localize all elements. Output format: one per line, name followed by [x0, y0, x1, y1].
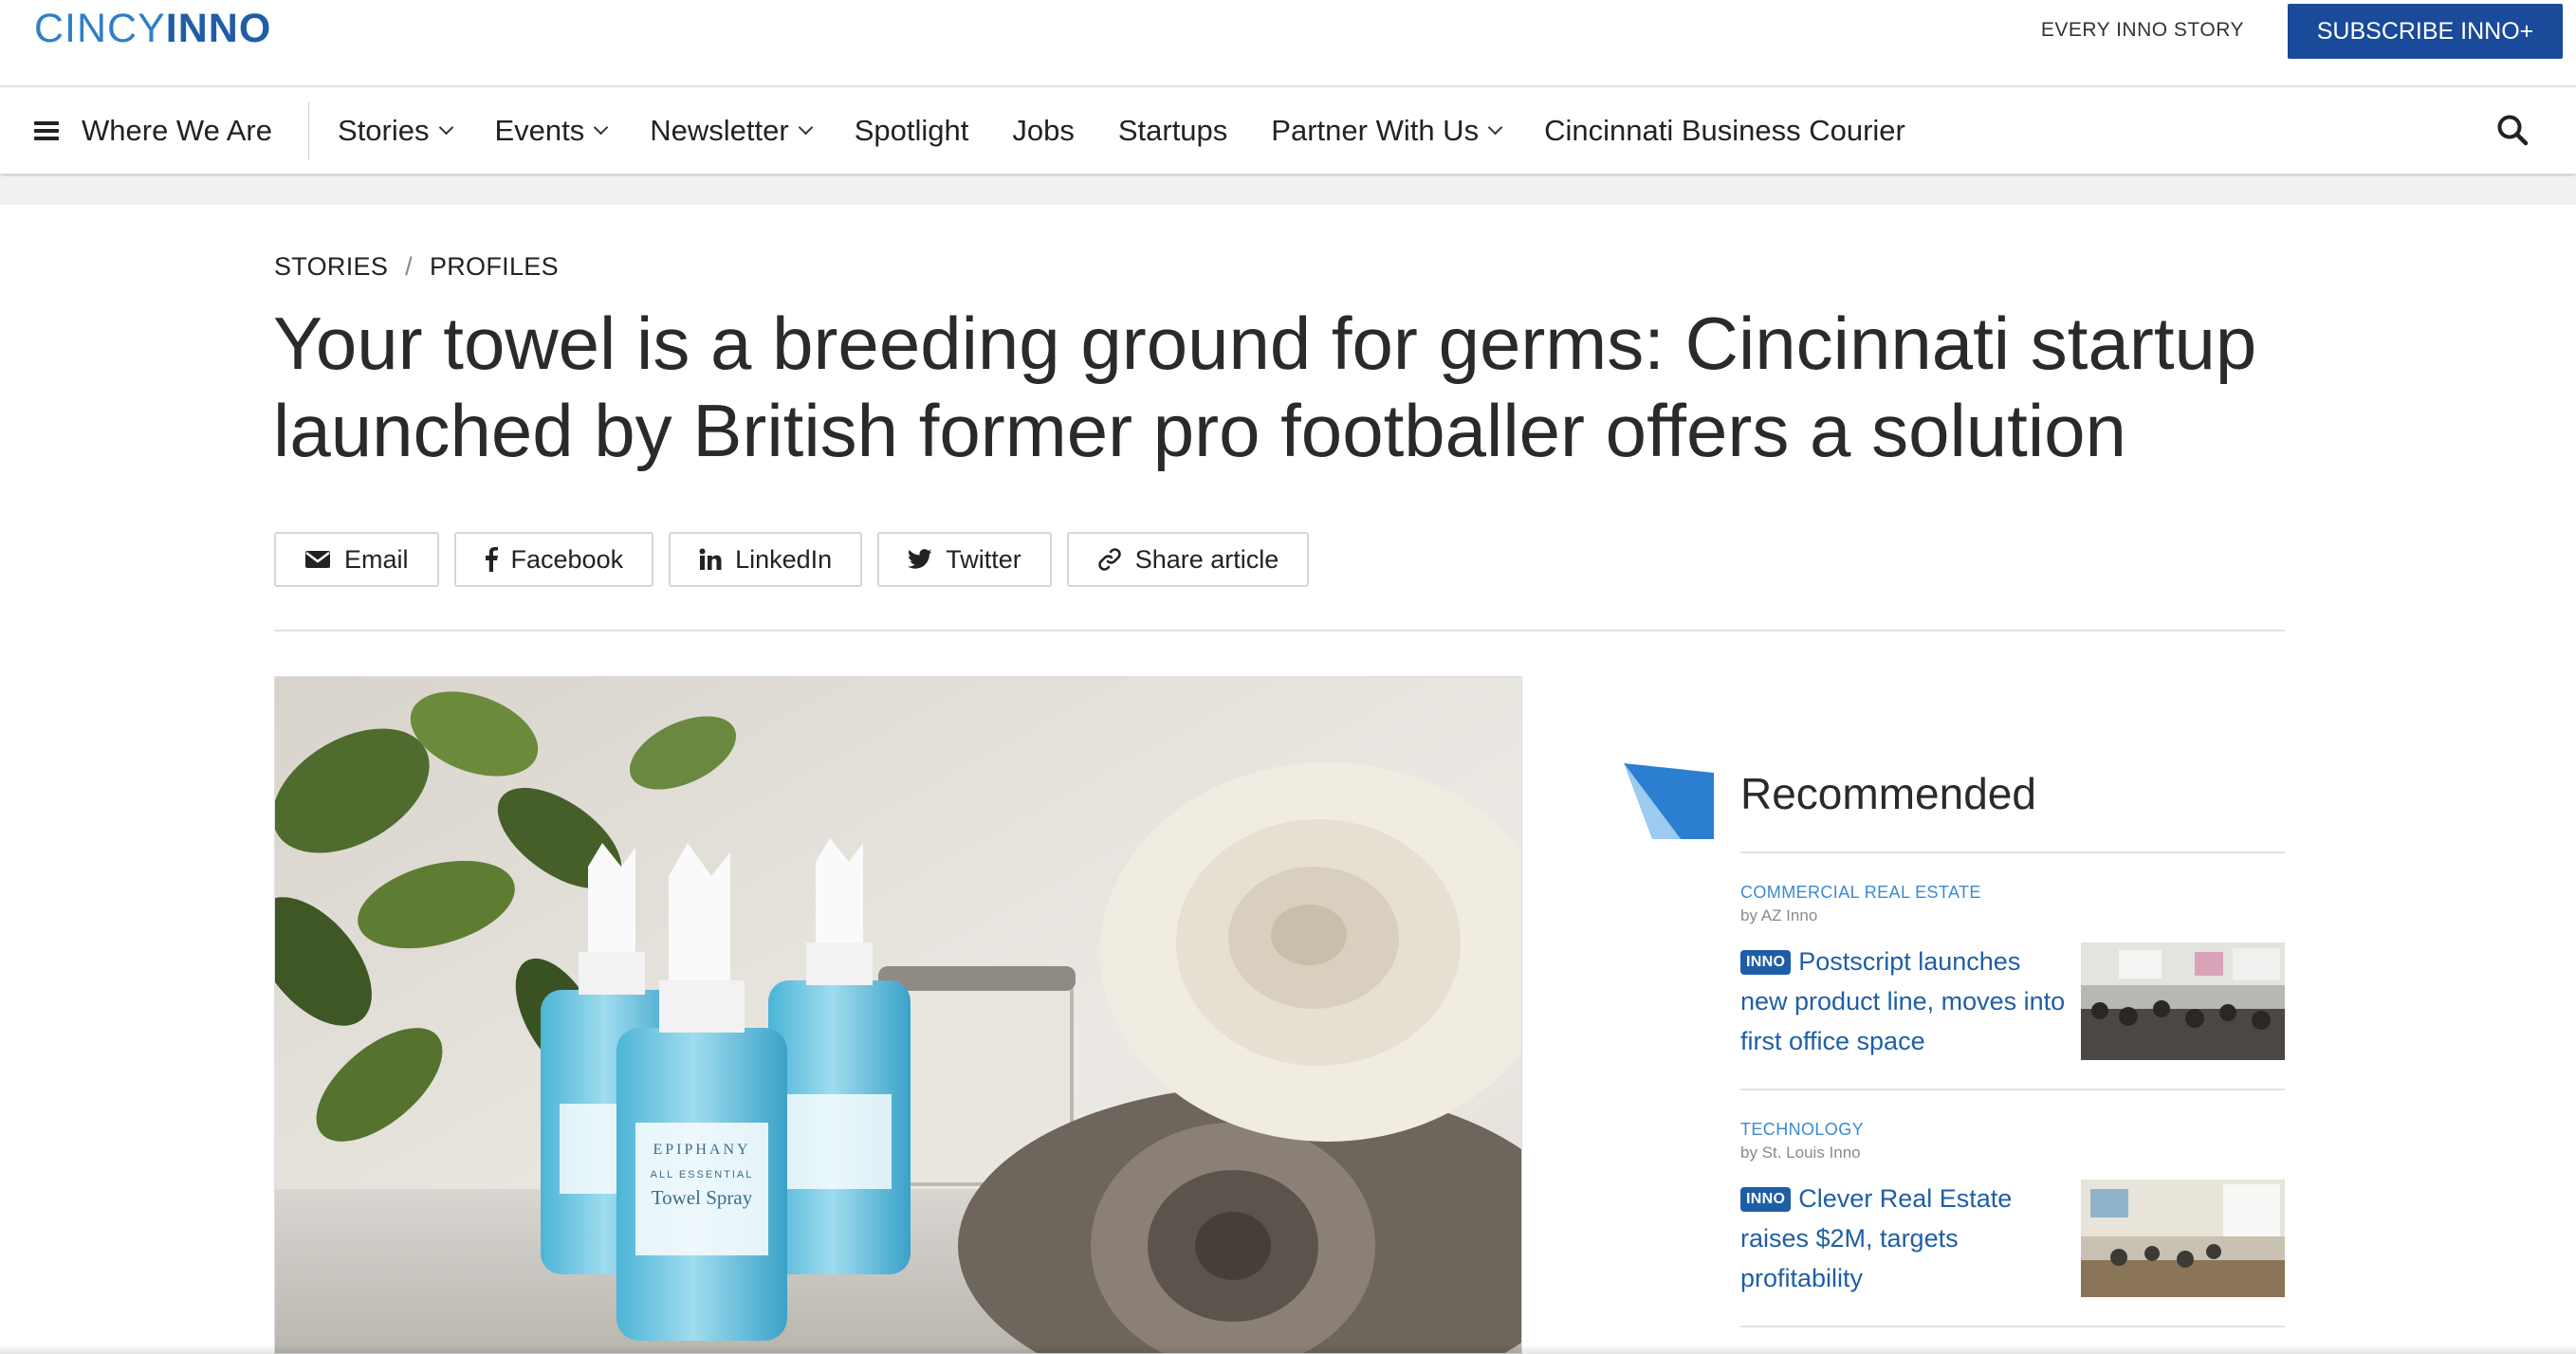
envelope-icon	[305, 551, 330, 568]
linkedin-icon	[699, 548, 722, 570]
nav-item-label: Newsletter	[650, 113, 789, 147]
facebook-icon	[485, 547, 498, 572]
chevron-down-icon	[1487, 119, 1503, 135]
share-facebook-button[interactable]: Facebook	[453, 532, 654, 587]
share-email-button[interactable]: Email	[274, 532, 439, 587]
share-twitter-button[interactable]: Twitter	[877, 532, 1052, 587]
nav-item-label: Events	[494, 113, 585, 147]
twitter-icon	[908, 549, 932, 569]
rec-item-category[interactable]: TECHNOLOGY	[1740, 1120, 1864, 1140]
nav-divider	[308, 101, 310, 160]
inno-badge: INNO	[1740, 1187, 1792, 1212]
breadcrumb-separator: /	[405, 252, 413, 281]
share-twitter-label: Twitter	[946, 544, 1021, 574]
rec-item-byline: by St. Louis Inno	[1740, 1144, 1861, 1162]
office-meeting-photo	[2081, 942, 2285, 1060]
article-hero-image: EPIPHANY ALL ESSENTIAL Towel Spray	[274, 676, 1522, 1354]
rec-item-category[interactable]: COMMERCIAL REAL ESTATE	[1740, 883, 1981, 903]
rec-item-byline: by AZ Inno	[1740, 906, 1818, 924]
rec-item-thumbnail[interactable]	[2081, 942, 2285, 1060]
inno-badge: INNO	[1740, 950, 1792, 975]
search-icon[interactable]	[2496, 114, 2529, 146]
share-article-label: Share article	[1134, 544, 1279, 574]
rec-item-divider	[1740, 1089, 2285, 1090]
nav-item-label: Spotlight	[854, 113, 969, 147]
rec-item-title-link[interactable]: INNO Clever Real Estate raises $2M, targe…	[1740, 1179, 2072, 1298]
bottle-brand-text: EPIPHANY	[653, 1142, 750, 1158]
share-linkedin-label: LinkedIn	[735, 544, 833, 574]
nav-item-jobs[interactable]: Jobs	[1012, 114, 1074, 148]
chevron-down-icon	[798, 119, 813, 135]
bottle-product-text: Towel Spray	[652, 1186, 753, 1209]
breadcrumb: STORIES / PROFILES	[274, 252, 559, 282]
share-facebook-label: Facebook	[510, 544, 624, 574]
nav-item-startups[interactable]: Startups	[1118, 114, 1227, 148]
logo-cincy: CINCY	[34, 6, 166, 51]
rec-item-thumbnail[interactable]	[2081, 1180, 2285, 1297]
nav-item-label: Startups	[1117, 113, 1228, 147]
nav-item-label: Partner With Us	[1271, 113, 1480, 147]
bottle-line-text: ALL ESSENTIAL	[651, 1169, 754, 1180]
nav-item-label: Jobs	[1012, 113, 1075, 147]
main-nav: Where We Are Stories Events Newsletter S…	[0, 87, 2576, 174]
article-headline: Your towel is a breeding ground for germ…	[273, 302, 2257, 472]
nav-item-label: Stories	[338, 113, 430, 147]
logo-inno: INNO	[165, 6, 272, 51]
nav-where-we-are[interactable]: Where We Are	[82, 114, 272, 148]
nav-item-business-courier[interactable]: Cincinnati Business Courier	[1544, 114, 1905, 148]
header-divider	[274, 630, 2285, 631]
share-buttons: Email Facebook LinkedIn Twitter Share ar…	[274, 532, 1324, 587]
nav-item-stories[interactable]: Stories	[338, 113, 453, 148]
nav-item-events[interactable]: Events	[494, 113, 609, 148]
office-workspace-photo	[2081, 1180, 2285, 1297]
rec-item-title-link[interactable]: INNO Postscript launches new product line…	[1740, 942, 2072, 1061]
breadcrumb-stories[interactable]: STORIES	[274, 252, 388, 282]
nav-item-newsletter[interactable]: Newsletter	[650, 113, 813, 148]
share-email-label: Email	[344, 544, 409, 574]
top-bar: CINCYINNO EVERY INNO STORY SUBSCRIBE INN…	[0, 0, 2576, 87]
viewport-bottom-shadow	[0, 1345, 2576, 1354]
link-icon	[1097, 548, 1121, 571]
nav-item-label: Cincinnati Business Courier	[1544, 113, 1905, 147]
recommended-divider	[1740, 851, 2285, 853]
share-linkedin-button[interactable]: LinkedIn	[669, 532, 863, 587]
nav-gray-strip	[0, 176, 2576, 205]
recommended-brand-mark-icon	[1624, 763, 1714, 839]
nav-item-partner[interactable]: Partner With Us	[1271, 113, 1503, 148]
rec-item-divider	[1740, 1326, 2285, 1327]
every-inno-story-link[interactable]: EVERY INNO STORY	[2041, 19, 2244, 42]
breadcrumb-profiles[interactable]: PROFILES	[430, 252, 559, 282]
share-article-button[interactable]: Share article	[1066, 532, 1310, 587]
subscribe-button[interactable]: SUBSCRIBE INNO+	[2288, 4, 2563, 59]
site-logo[interactable]: CINCYINNO	[34, 6, 271, 51]
nav-item-spotlight[interactable]: Spotlight	[855, 114, 969, 148]
towel-spray-photo: EPIPHANY ALL ESSENTIAL Towel Spray	[275, 677, 1521, 1353]
menu-icon[interactable]	[34, 120, 59, 140]
chevron-down-icon	[438, 119, 453, 135]
chevron-down-icon	[594, 119, 609, 135]
recommended-heading: Recommended	[1740, 769, 2036, 818]
